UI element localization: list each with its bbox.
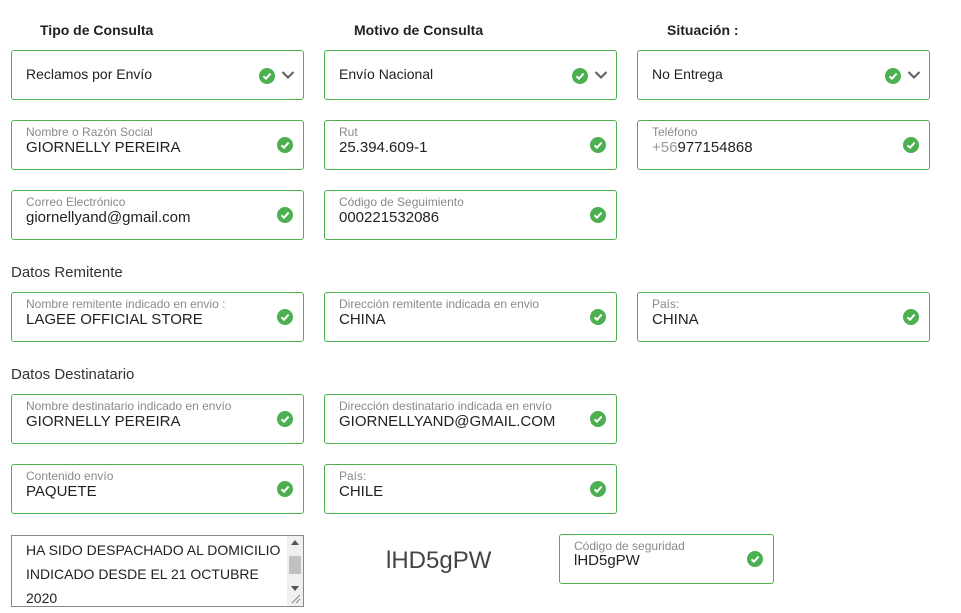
tipo-consulta-value: Reclamos por Envío bbox=[26, 66, 153, 82]
field-label: Nombre remitente indicado en envio : bbox=[26, 297, 226, 311]
scroll-thumb[interactable] bbox=[289, 556, 301, 574]
check-circle-icon bbox=[572, 68, 588, 84]
field-value: GIORNELLY PEREIRA bbox=[26, 413, 181, 430]
rut-field[interactable]: Rut 25.394.609-1 bbox=[324, 120, 617, 170]
situacion-header: Situación : bbox=[667, 22, 739, 38]
destinatario-nombre-field[interactable]: Nombre destinatario indicado en envío GI… bbox=[11, 394, 304, 444]
captcha-image: lHD5gPW bbox=[386, 547, 492, 574]
phone-number: 977154868 bbox=[677, 139, 753, 156]
tipo-consulta-header: Tipo de Consulta bbox=[40, 22, 154, 38]
tipo-consulta-select[interactable]: Reclamos por Envío bbox=[11, 50, 304, 100]
message-text: HA SIDO DESPACHADO AL DOMICILIO INDICADO… bbox=[26, 542, 281, 606]
check-circle-icon bbox=[590, 137, 606, 153]
field-value: CHINA bbox=[339, 311, 386, 328]
field-label: Correo Electrónico bbox=[26, 195, 126, 209]
check-circle-icon bbox=[277, 411, 293, 427]
field-value: giornellyand@gmail.com bbox=[26, 209, 191, 226]
destinatario-pais-field[interactable]: País: CHILE bbox=[324, 464, 617, 514]
scroll-up-icon[interactable] bbox=[291, 540, 299, 545]
field-label: Rut bbox=[339, 125, 358, 139]
situacion-value: No Entrega bbox=[652, 66, 723, 82]
check-circle-icon bbox=[885, 68, 901, 84]
destinatario-direccion-field[interactable]: Dirección destinatario indicada en envío… bbox=[324, 394, 617, 444]
codigo-seguimiento-field[interactable]: Código de Seguimiento 000221532086 bbox=[324, 190, 617, 240]
telefono-field[interactable]: Teléfono +56977154868 bbox=[637, 120, 930, 170]
field-value: 25.394.609-1 bbox=[339, 139, 428, 156]
field-label: Teléfono bbox=[652, 125, 698, 139]
motivo-consulta-header: Motivo de Consulta bbox=[354, 22, 484, 38]
field-label: Código de Seguimiento bbox=[339, 195, 464, 209]
check-circle-icon bbox=[277, 481, 293, 497]
chevron-down-icon bbox=[594, 71, 608, 80]
check-circle-icon bbox=[277, 137, 293, 153]
field-label: País: bbox=[339, 469, 367, 483]
check-circle-icon bbox=[590, 207, 606, 223]
field-label: Dirección destinatario indicada en envío bbox=[339, 399, 552, 413]
resize-grip-icon[interactable] bbox=[291, 594, 301, 604]
field-value: +56977154868 bbox=[652, 139, 753, 156]
field-label: Dirección remitente indicada en envio bbox=[339, 297, 540, 311]
check-circle-icon bbox=[590, 481, 606, 497]
check-circle-icon bbox=[590, 411, 606, 427]
datos-remitente-title: Datos Remitente bbox=[11, 264, 123, 281]
field-label: País: bbox=[652, 297, 680, 311]
contenido-envio-field[interactable]: Contenido envío PAQUETE bbox=[11, 464, 304, 514]
field-value: lHD5gPW bbox=[574, 552, 640, 569]
phone-prefix: +56 bbox=[652, 139, 678, 156]
field-value: CHILE bbox=[339, 483, 384, 500]
remitente-pais-field[interactable]: País: CHINA bbox=[637, 292, 930, 342]
check-circle-icon bbox=[259, 68, 275, 84]
field-label: Nombre destinatario indicado en envío bbox=[26, 399, 232, 413]
check-circle-icon bbox=[747, 551, 763, 567]
datos-destinatario-title: Datos Destinatario bbox=[11, 366, 135, 383]
situacion-select[interactable]: No Entrega bbox=[637, 50, 930, 100]
field-value: PAQUETE bbox=[26, 483, 97, 500]
remitente-nombre-field[interactable]: Nombre remitente indicado en envio : LAG… bbox=[11, 292, 304, 342]
motivo-consulta-select[interactable]: Envío Nacional bbox=[324, 50, 617, 100]
field-label: Código de seguridad bbox=[574, 539, 685, 553]
correo-field[interactable]: Correo Electrónico giornellyand@gmail.co… bbox=[11, 190, 304, 240]
field-value: LAGEE OFFICIAL STORE bbox=[26, 311, 203, 328]
scroll-down-icon[interactable] bbox=[291, 586, 299, 591]
check-circle-icon bbox=[277, 309, 293, 325]
chevron-down-icon bbox=[281, 71, 295, 80]
codigo-seguridad-field[interactable]: Código de seguridad lHD5gPW bbox=[559, 534, 774, 584]
field-label: Contenido envío bbox=[26, 469, 114, 483]
nombre-razon-social-field[interactable]: Nombre o Razón Social GIORNELLY PEREIRA bbox=[11, 120, 304, 170]
chevron-down-icon bbox=[907, 71, 921, 80]
check-circle-icon bbox=[903, 137, 919, 153]
field-value: GIORNELLY PEREIRA bbox=[26, 139, 181, 156]
field-value: 000221532086 bbox=[339, 209, 440, 226]
motivo-consulta-value: Envío Nacional bbox=[339, 66, 434, 82]
check-circle-icon bbox=[590, 309, 606, 325]
field-label: Nombre o Razón Social bbox=[26, 125, 153, 139]
check-circle-icon bbox=[903, 309, 919, 325]
remitente-direccion-field[interactable]: Dirección remitente indicada en envio CH… bbox=[324, 292, 617, 342]
check-circle-icon bbox=[277, 207, 293, 223]
field-value: GIORNELLYAND@GMAIL.COM bbox=[339, 413, 556, 430]
message-textarea[interactable]: HA SIDO DESPACHADO AL DOMICILIO INDICADO… bbox=[11, 535, 304, 607]
field-value: CHINA bbox=[652, 311, 699, 328]
